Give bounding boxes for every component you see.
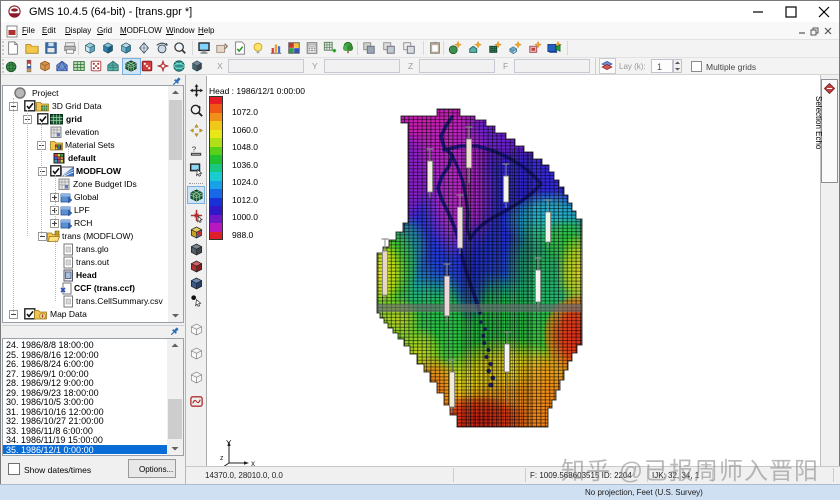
svg-text:x: x xyxy=(251,459,255,466)
svg-text:?: ? xyxy=(192,144,196,153)
svg-text:z: z xyxy=(220,455,224,462)
svg-text:Y: Y xyxy=(226,439,232,448)
